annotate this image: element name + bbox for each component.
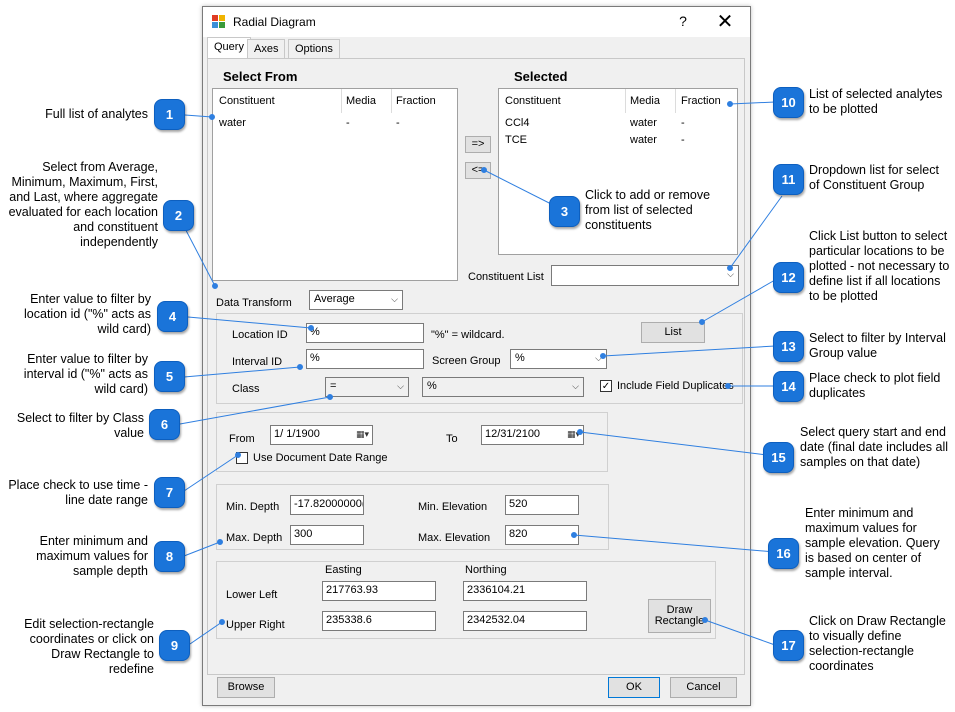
callout-note-12: Click List button to select particular l… [809,229,950,303]
callout-badge-4: 4 [157,301,188,332]
callout-badge-6: 6 [149,409,180,440]
callout-badge-14: 14 [773,371,804,402]
callout-badge-10: 10 [773,87,804,118]
callout-badge-12: 12 [773,262,804,293]
callout-badge-17: 17 [773,630,804,661]
callout-note-13: Select to filter by Interval Group value [809,331,946,360]
callout-badge-9: 9 [159,630,190,661]
callout-badge-7: 7 [154,477,185,508]
callout-note-2: Select from Average, Minimum, Maximum, F… [8,160,158,249]
callout-badge-15: 15 [763,442,794,473]
callout-note-8: Enter minimum and maximum values for sam… [36,534,148,578]
callout-note-3: Click to add or remove from list of sele… [585,188,711,232]
callout-badge-11: 11 [773,164,804,195]
callout-note-17: Click on Draw Rectangle to visually defi… [809,614,946,673]
callout-badge-13: 13 [773,331,804,362]
callout-note-11: Dropdown list for select of Constituent … [809,163,939,192]
callout-note-10: List of selected analytes to be plotted [809,87,943,116]
callout-badge-1: 1 [154,99,185,130]
callout-badge-16: 16 [768,538,799,569]
callout-note-15: Select query start and end date (final d… [800,425,949,469]
callout-note-4: Enter value to filter by location id ("%… [24,292,151,336]
callout-note-6: Select to filter by Class value [16,411,144,440]
callout-badge-8: 8 [154,541,185,572]
callout-note-1: Full list of analytes [45,107,148,121]
callout-badge-3: 3 [549,196,580,227]
callout-note-5: Enter value to filter by interval id ("%… [23,352,148,396]
callout-note-7: Place check to use time -line date range [8,478,148,507]
callout-badge-5: 5 [154,361,185,392]
callout-note-14: Place check to plot field duplicates [809,371,941,400]
callout-badge-2: 2 [163,200,194,231]
callout-note-16: Enter minimum and maximum values for sam… [805,506,940,580]
callout-note-9: Edit selection-rectangle coordinates or … [24,617,154,676]
